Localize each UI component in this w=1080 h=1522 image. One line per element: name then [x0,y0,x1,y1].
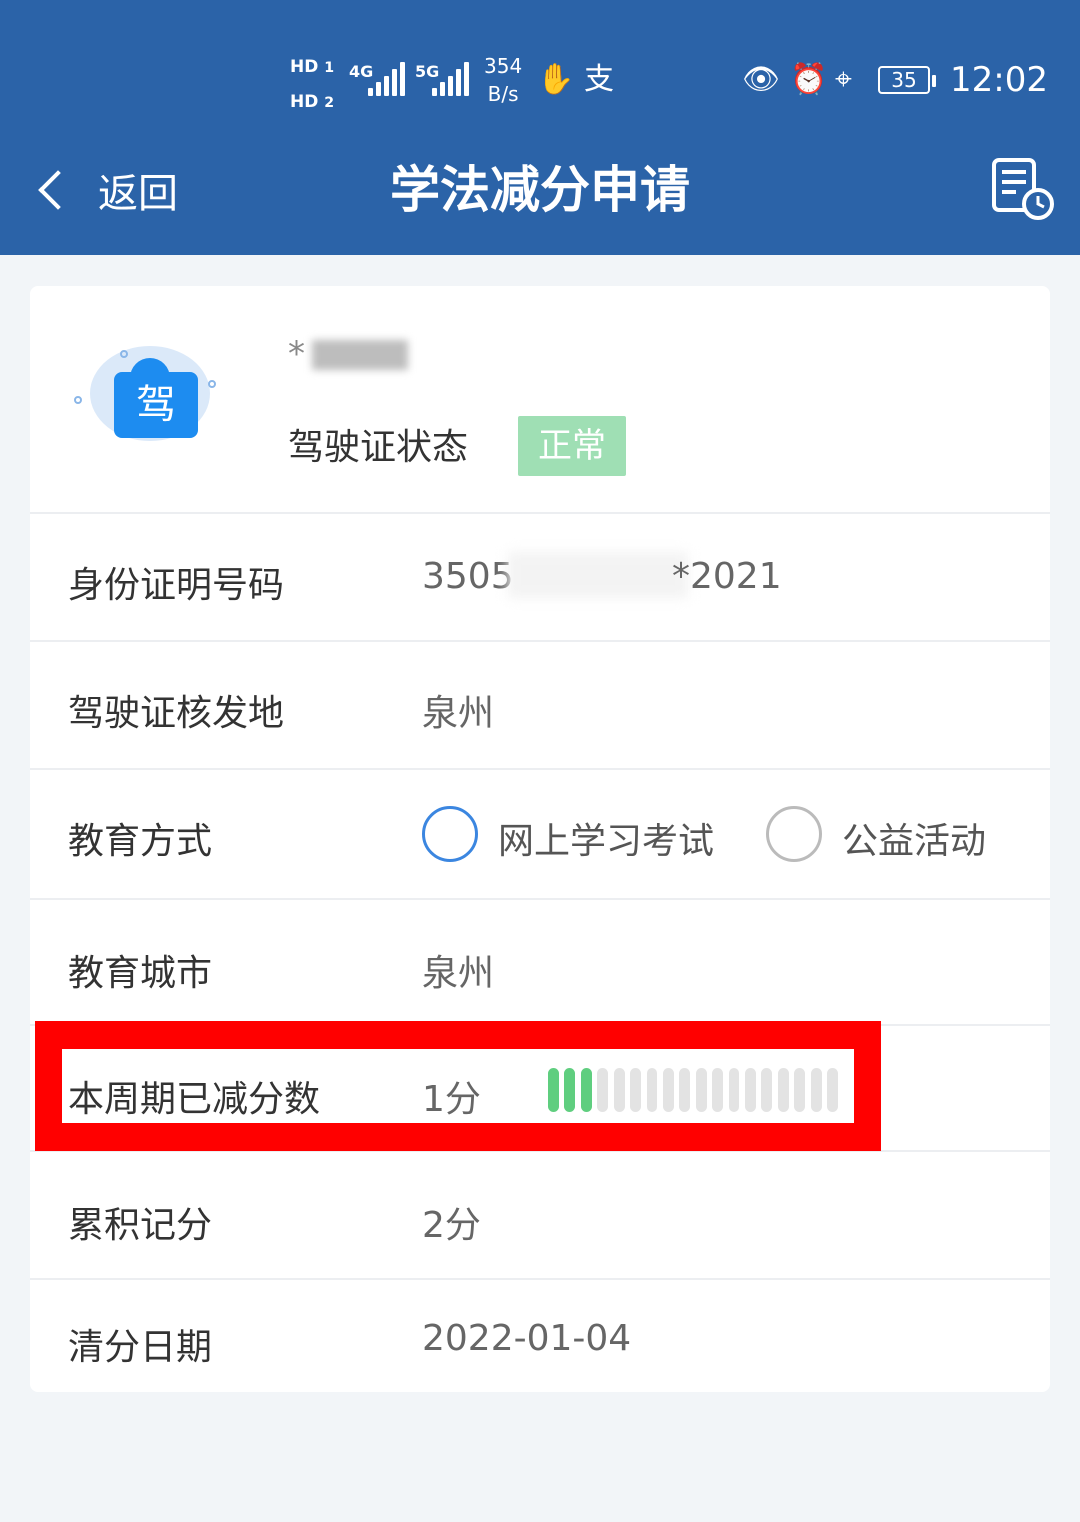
accumulated-points-label: 累积记分 [68,1205,213,1246]
holder-name: * [288,334,408,374]
issue-place-row: 驾驶证核发地 泉州 [30,642,1050,770]
radio-online-study[interactable] [422,806,478,862]
license-badge-icon: 驾 [114,358,198,438]
license-status-label: 驾驶证状态 [288,427,469,468]
hand-stop-icon: ✋ [537,62,575,97]
license-avatar: 驾 [70,336,230,446]
education-mode-label: 教育方式 [68,821,213,862]
signal-icon [432,62,472,96]
education-city-value: 泉州 [422,953,495,994]
license-card: 驾 * 驾驶证状态 正常 身份证明号码 3505 *2021 驾驶证核发地 泉州… [30,286,1050,1392]
eye-icon: 👁 [742,62,781,97]
id-number-suffix: *2021 [672,556,782,597]
location-icon: ⌖ [835,62,852,97]
id-number-mask [508,552,688,598]
id-number-row: 身份证明号码 3505 *2021 [30,514,1050,642]
document-clock-icon[interactable] [990,154,1058,222]
signal-icon [368,62,408,96]
issue-place-value: 泉州 [422,693,495,734]
option-public-welfare-label[interactable]: 公益活动 [842,812,986,864]
education-city-row: 教育城市 泉州 [30,900,1050,1026]
battery-indicator: 35 [878,66,936,94]
clock: 12:02 [950,60,1048,100]
status-bar: HD 1 HD 2 4G 5G 354 B/s ✋ 支 👁 ⏰ ⌖ 35 12:… [0,40,1080,120]
hd-indicator: HD 1 HD 2 [290,57,335,112]
alipay-icon: 支 [584,62,614,97]
id-number-prefix: 3505 [422,556,514,597]
radio-public-welfare[interactable] [766,806,822,862]
education-mode-row: 教育方式 网上学习考试 公益活动 [30,770,1050,900]
option-online-study-label[interactable]: 网上学习考试 [498,812,714,864]
page-title: 学法减分申请 [390,161,690,219]
status-badge: 正常 [518,416,626,476]
nav-bar: 返回 学法减分申请 [0,150,1080,230]
id-number-label: 身份证明号码 [68,565,285,606]
clear-date-value: 2022-01-04 [422,1318,632,1359]
profile-section: 驾 * 驾驶证状态 正常 [30,286,1050,514]
clear-date-row: 清分日期 2022-01-04 [30,1280,1050,1392]
app-header: HD 1 HD 2 4G 5G 354 B/s ✋ 支 👁 ⏰ ⌖ 35 12:… [0,0,1080,255]
accumulated-points-value: 2分 [422,1205,481,1246]
education-city-label: 教育城市 [68,953,213,994]
network-speed: 354 B/s [484,54,523,106]
alarm-icon: ⏰ [790,62,828,97]
clear-date-label: 清分日期 [68,1327,213,1368]
issue-place-label: 驾驶证核发地 [68,693,285,734]
highlight-annotation-box [35,1021,881,1151]
accumulated-points-row: 累积记分 2分 [30,1152,1050,1280]
